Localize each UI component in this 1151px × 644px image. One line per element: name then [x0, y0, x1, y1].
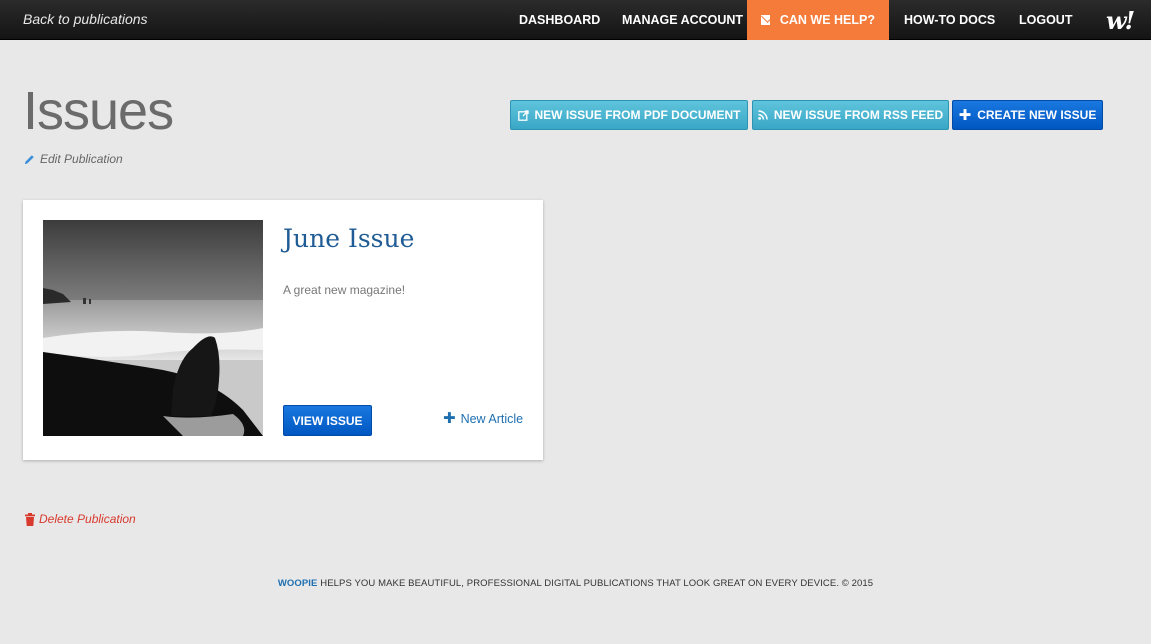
nav-logout[interactable]: LOGOUT — [1019, 0, 1072, 40]
nav-manage-account[interactable]: MANAGE ACCOUNT — [622, 0, 743, 40]
new-article-link[interactable]: ✚ New Article — [443, 411, 523, 426]
edit-publication-link[interactable]: Edit Publication — [24, 152, 123, 166]
trash-icon — [25, 512, 35, 526]
nav-dashboard[interactable]: DASHBOARD — [519, 0, 600, 40]
page-title: Issues — [23, 81, 174, 141]
pencil-icon — [24, 154, 34, 164]
nav-help-label: CAN WE HELP? — [779, 13, 875, 27]
nav-can-we-help[interactable]: CAN WE HELP? — [747, 0, 889, 40]
create-button-label: CREATE NEW ISSUE — [977, 108, 1097, 122]
plus-icon: ✚ — [958, 106, 972, 124]
back-to-publications-link[interactable]: Back to publications — [23, 11, 148, 27]
new-issue-from-rss-button[interactable]: NEW ISSUE FROM RSS FEED — [752, 100, 949, 130]
view-issue-button[interactable]: VIEW ISSUE — [283, 405, 372, 436]
footer-text: HELPS YOU MAKE BEAUTIFUL, PROFESSIONAL D… — [317, 578, 874, 589]
issue-cover-image[interactable] — [43, 220, 263, 436]
top-nav-bar: Back to publications DASHBOARD MANAGE AC… — [0, 0, 1151, 40]
create-new-issue-button[interactable]: ✚ CREATE NEW ISSUE — [952, 100, 1103, 130]
woopie-logo[interactable]: w! — [1106, 6, 1135, 35]
nav-howto-docs[interactable]: HOW-TO DOCS — [904, 0, 995, 40]
edit-publication-label: Edit Publication — [40, 152, 123, 166]
delete-publication-label: Delete Publication — [39, 512, 136, 526]
plus-icon: ✚ — [443, 410, 456, 427]
rss-button-label: NEW ISSUE FROM RSS FEED — [773, 108, 944, 122]
external-document-icon — [517, 109, 529, 121]
issue-description: A great new magazine! — [283, 283, 406, 297]
footer: WOOPIE HELPS YOU MAKE BEAUTIFUL, PROFESS… — [0, 578, 1151, 589]
mail-icon — [761, 15, 770, 25]
new-issue-from-pdf-button[interactable]: NEW ISSUE FROM PDF DOCUMENT — [510, 100, 748, 130]
cover-photo — [43, 220, 263, 436]
delete-publication-link[interactable]: Delete Publication — [25, 512, 136, 526]
issue-card: June Issue A great new magazine! VIEW IS… — [23, 200, 543, 460]
pdf-button-label: NEW ISSUE FROM PDF DOCUMENT — [534, 108, 741, 122]
rss-icon — [758, 110, 768, 120]
footer-brand[interactable]: WOOPIE — [278, 578, 318, 589]
issue-title[interactable]: June Issue — [283, 224, 414, 253]
new-article-label: New Article — [460, 411, 524, 426]
